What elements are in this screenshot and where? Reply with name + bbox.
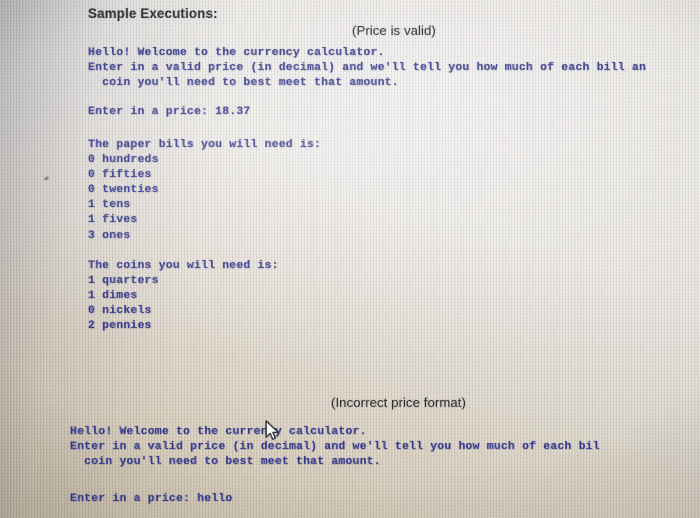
coins-output-block: The coins you will need is: 1 quarters 1… <box>88 260 279 333</box>
annotation-price-is-valid: (Price is valid) <box>352 23 436 38</box>
valid-run-intro-text: Hello! Welcome to the currency calculato… <box>88 47 647 90</box>
valid-run-price-prompt-line: Enter in a price: 18.37 <box>88 106 251 118</box>
paper-bills-output-block: The paper bills you will need is: 0 hund… <box>88 139 322 242</box>
annotation-incorrect-price-format: (Incorrect price format) <box>331 395 466 410</box>
invalid-run-intro-text: Hello! Welcome to the currency calculato… <box>70 426 600 469</box>
screen-dust-speck <box>43 176 50 181</box>
photographed-screen: Sample Executions: (Price is valid) Hell… <box>0 0 700 518</box>
arrow-cursor-icon <box>265 420 279 440</box>
console-content: Sample Executions: (Price is valid) Hell… <box>0 0 700 518</box>
page-title: Sample Executions: <box>88 6 218 21</box>
invalid-run-price-prompt-line: Enter in a price: hello <box>70 493 233 505</box>
